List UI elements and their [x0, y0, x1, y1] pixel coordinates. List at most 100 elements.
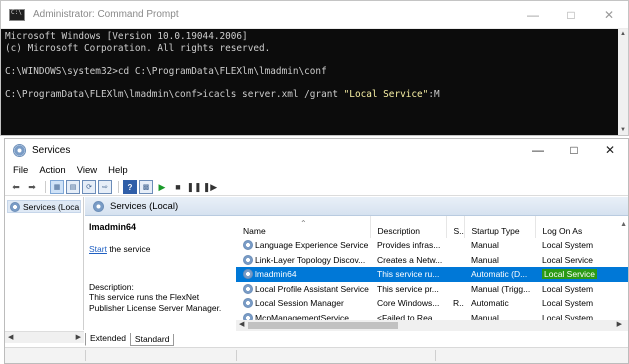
menu-bar: File Action View Help [5, 161, 628, 179]
console-output[interactable]: Microsoft Windows [Version 10.0.19044.20… [1, 29, 618, 135]
service-startup-cell: Manual [464, 238, 535, 253]
service-description-cell-text: Provides infras... [377, 240, 441, 251]
column-header-log-on-as[interactable]: Log On As [535, 216, 628, 238]
service-name-cell-text: Language Experience Service [255, 240, 369, 251]
refresh-icon[interactable]: ⟳ [82, 180, 96, 194]
selected-service-name: lmadmin64 [89, 222, 137, 232]
command-prompt-window: Administrator: Command Prompt — □ ✕ Micr… [0, 0, 629, 136]
service-gear-icon [243, 240, 253, 251]
start-service-icon[interactable]: ▶ [155, 180, 169, 194]
service-name-cell: Link-Layer Topology Discov... [236, 253, 370, 268]
service-startup-cell-text: Manual [471, 254, 499, 265]
status-divider [435, 350, 436, 361]
help-icon[interactable]: ? [123, 180, 137, 194]
column-header-status[interactable]: S... [446, 216, 465, 238]
service-description-cell-text: This service pr... [377, 283, 439, 294]
minimize-button[interactable]: — [520, 139, 556, 161]
service-description-cell: This service ru... [370, 267, 446, 282]
status-divider [236, 350, 237, 361]
maximize-button[interactable]: □ [552, 1, 590, 28]
maximize-button[interactable]: □ [556, 139, 592, 161]
service-name-cell-text: Local Session Manager [255, 298, 344, 309]
scroll-left-icon[interactable]: ◀ [239, 320, 244, 328]
tab-extended[interactable]: Extended [85, 333, 131, 346]
table-row[interactable]: Local Session Manager Core Windows... R...… [236, 296, 628, 311]
properties-icon[interactable]: ▤ [66, 180, 80, 194]
service-logon-cell-text: Local Service [542, 254, 594, 265]
cmd-titlebar[interactable]: Administrator: Command Prompt — □ ✕ [1, 1, 628, 29]
service-gear-icon [243, 254, 253, 265]
console-line: (c) Microsoft Corporation. All rights re… [5, 42, 271, 54]
service-name-cell: Local Session Manager [236, 296, 370, 311]
service-name-cell: lmadmin64 [236, 267, 370, 282]
services-table: Name Description S... Startup Type Log O… [236, 216, 628, 325]
toolbar-separator [45, 181, 46, 193]
scroll-up-icon[interactable]: ▲ [620, 221, 627, 228]
sort-caret-icon: ⌃ [300, 219, 307, 228]
scrollbar-thumb[interactable] [248, 322, 398, 329]
service-name-cell-text: Local Profile Assistant Service [255, 283, 369, 294]
service-status-cell [446, 267, 464, 282]
table-row[interactable]: Link-Layer Topology Discov... Creates a N… [236, 253, 628, 268]
service-gear-icon [243, 283, 253, 294]
scroll-right-icon[interactable]: ▶ [76, 333, 81, 341]
service-startup-cell-text: Manual (Trigg... [471, 283, 531, 294]
service-description-cell: Provides infras... [370, 238, 446, 253]
toolbar: ⬅ ➡ ▦ ▤ ⟳ ⇨ ? ▩ ▶ ■ ❚❚ ❚▶ [5, 179, 628, 196]
back-arrow-icon[interactable]: ⬅ [9, 180, 23, 194]
services-title: Services [32, 144, 71, 156]
scroll-left-icon[interactable]: ◀ [8, 333, 13, 341]
service-startup-cell-text: Manual [471, 240, 499, 251]
description-text: This service runs the FlexNet Publisher … [89, 292, 222, 313]
start-service-suffix: the service [106, 244, 151, 254]
console-command-tail: :M [428, 88, 440, 100]
menu-action[interactable]: Action [39, 165, 65, 176]
table-row[interactable]: lmadmin64 This service ru... Automatic (D.… [236, 267, 628, 282]
menu-help[interactable]: Help [108, 165, 128, 176]
scroll-down-icon[interactable]: ▼ [620, 127, 626, 133]
start-service-line: Start the service [89, 244, 232, 254]
cmd-vertical-scrollbar[interactable]: ▲ ▼ [618, 29, 628, 135]
console-quoted-arg: "Local Service" [343, 88, 429, 100]
close-button[interactable]: ✕ [592, 139, 628, 161]
service-gear-icon [243, 269, 253, 280]
services-gear-icon [13, 143, 26, 157]
column-header-startup-type[interactable]: Startup Type [464, 216, 536, 238]
table-row[interactable]: Local Profile Assistant Service This serv… [236, 282, 628, 297]
export-list-icon[interactable]: ⇨ [98, 180, 112, 194]
services-titlebar[interactable]: Services — □ ✕ [5, 139, 628, 161]
tree-item-services-local[interactable]: Services (Loca [7, 200, 81, 213]
close-button[interactable]: ✕ [590, 1, 628, 28]
pause-service-icon[interactable]: ❚❚ [186, 180, 201, 194]
list-horizontal-scrollbar[interactable]: ◀ ▶ [236, 320, 628, 331]
status-bar [5, 347, 628, 363]
service-description-cell: This service pr... [370, 282, 446, 297]
tab-standard[interactable]: Standard [129, 334, 175, 346]
table-row[interactable]: Language Experience Service Provides infr… [236, 238, 628, 253]
service-status-cell [446, 253, 464, 268]
service-description-cell: Creates a Netw... [370, 253, 446, 268]
service-description-cell-text: Creates a Netw... [377, 254, 443, 265]
console-command: C:\ProgramData\FLEXlm\lmadmin\conf>icacl… [5, 88, 344, 100]
menu-view[interactable]: View [77, 165, 97, 176]
column-header-description[interactable]: Description [370, 216, 447, 238]
service-startup-cell: Manual (Trigg... [464, 282, 535, 297]
forward-arrow-icon[interactable]: ➡ [25, 180, 39, 194]
service-logon-cell-text: Local System [542, 298, 594, 309]
services-window: Services — □ ✕ File Action View Help ⬅ ➡… [4, 138, 629, 364]
resume-service-icon[interactable]: ❚▶ [203, 180, 217, 194]
status-divider [85, 350, 86, 361]
menu-file[interactable]: File [13, 165, 28, 176]
service-name-cell-text: lmadmin64 [255, 269, 297, 280]
scroll-up-icon[interactable]: ▲ [620, 31, 626, 37]
scroll-right-icon[interactable]: ▶ [617, 320, 622, 328]
service-logon-cell: Local Service [535, 267, 628, 282]
minimize-button[interactable]: — [514, 1, 552, 28]
table-header-row: Name Description S... Startup Type Log O… [236, 216, 628, 238]
show-action-pane-icon[interactable]: ▩ [139, 180, 153, 194]
service-name-cell-text: Link-Layer Topology Discov... [255, 254, 366, 265]
stop-service-icon[interactable]: ■ [171, 180, 185, 194]
show-console-tree-icon[interactable]: ▦ [50, 180, 64, 194]
start-service-link[interactable]: Start [89, 244, 107, 254]
tree-horizontal-scrollbar[interactable]: ◀ ▶ [5, 331, 84, 343]
